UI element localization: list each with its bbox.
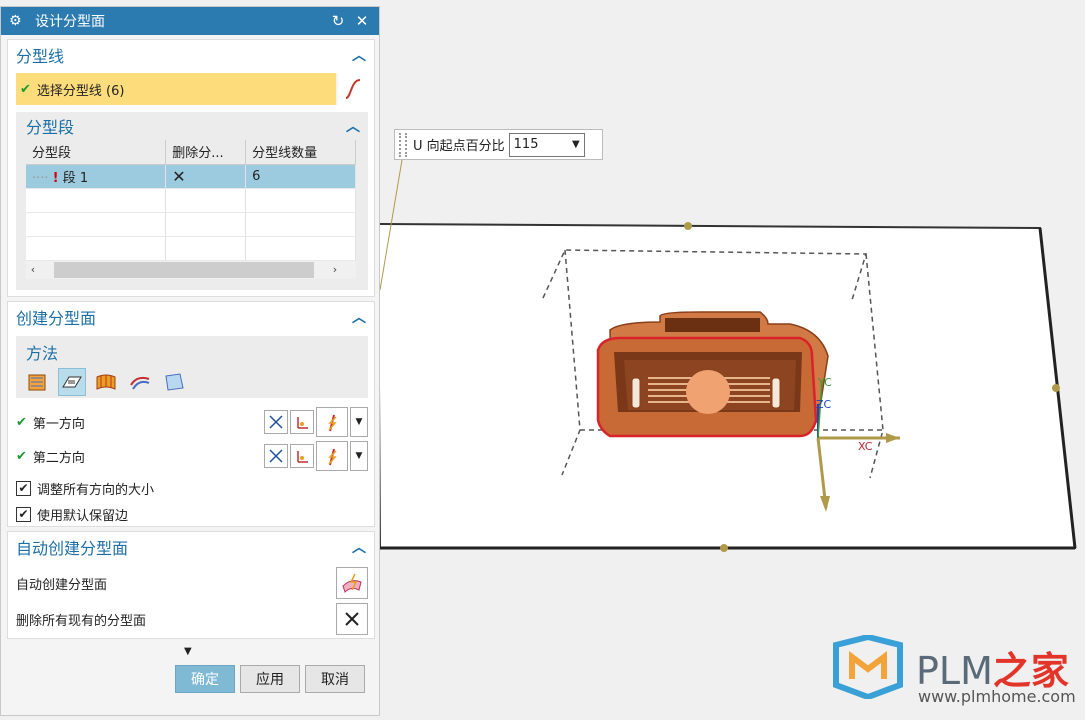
- create-parting-surface-section: 创建分型面 ︿ 方法 ✔ 第一方向 ▼ ✔ 第二方向 ▼ ✔ 调整所有方向的大小…: [7, 301, 375, 527]
- delete-all-row: 删除所有现有的分型面: [16, 602, 368, 636]
- first-direction-label: 第一方向: [32, 416, 85, 432]
- delete-all-label: 删除所有现有的分型面: [16, 613, 147, 629]
- plmhome-logo-icon: [833, 635, 903, 699]
- create-parting-surface-title: 创建分型面: [16, 309, 97, 328]
- gear-icon[interactable]: ⚙: [9, 13, 25, 29]
- u-start-percent-value: 115: [513, 137, 539, 152]
- inferred-vector-icon[interactable]: [316, 407, 348, 437]
- auto-create-label: 自动创建分型面: [16, 577, 108, 593]
- horizontal-scrollbar[interactable]: ‹ ›: [26, 260, 356, 279]
- column-header-delete[interactable]: 删除分...: [165, 140, 247, 165]
- design-parting-surface-dialog: ⚙ 设计分型面 ↻ ✕ 分型线 ︿ ✔ 选择分型线 (6) 分型段 ︿ 分型段 …: [0, 6, 380, 716]
- collapse-icon[interactable]: ︿: [352, 537, 366, 557]
- xc-axis-label: XC: [858, 440, 873, 453]
- auto-create-section: 自动创建分型面 ︿ 自动创建分型面 删除所有现有的分型面: [7, 531, 375, 639]
- table-row: [26, 212, 356, 237]
- dialog-title: 设计分型面: [35, 14, 105, 30]
- brand-cn: 之家: [992, 648, 1069, 693]
- create-parting-surface-header[interactable]: 创建分型面 ︿: [8, 302, 374, 332]
- segment-table: 分型段 删除分... 分型线数量 ···· ! 段 1 ✕ 6: [26, 140, 356, 261]
- select-parting-line-row[interactable]: ✔ 选择分型线 (6): [16, 73, 368, 105]
- delete-cell[interactable]: ✕: [165, 164, 247, 189]
- vector-dialog-icon[interactable]: [290, 410, 314, 434]
- delete-icon[interactable]: [336, 603, 368, 635]
- scroll-left-icon[interactable]: ‹: [26, 263, 40, 276]
- u-start-percent-label: U 向起点百分比: [413, 139, 505, 154]
- first-direction-row: ✔ 第一方向 ▼: [16, 406, 368, 438]
- parting-segment-title: 分型段: [26, 118, 75, 137]
- dialog-titlebar: ⚙ 设计分型面 ↻ ✕: [1, 7, 379, 35]
- auto-create-title: 自动创建分型面: [16, 539, 129, 558]
- u-start-percent-select[interactable]: 115 ▼: [508, 132, 585, 157]
- second-direction-label: 第二方向: [32, 450, 85, 466]
- parting-line-title: 分型线: [16, 47, 65, 66]
- segment-name: 段 1: [62, 170, 89, 186]
- curve-select-icon[interactable]: [336, 73, 368, 105]
- table-row: [26, 188, 356, 213]
- collapse-icon[interactable]: ︿: [352, 307, 366, 327]
- vector-dialog-icon[interactable]: [290, 444, 314, 468]
- check-icon: ✔: [16, 414, 27, 430]
- extrude-method-icon[interactable]: [24, 368, 52, 396]
- resize-all-checkbox[interactable]: ✔: [16, 480, 31, 496]
- resize-all-row[interactable]: ✔ 调整所有方向的大小: [16, 476, 154, 500]
- parting-segment-subsection: 分型段 ︿ 分型段 删除分... 分型线数量 ···· ! 段 1 ✕ 6 ‹ …: [16, 112, 368, 290]
- parting-line-header[interactable]: 分型线 ︿: [8, 40, 374, 70]
- default-margin-label: 使用默认保留边: [37, 508, 129, 524]
- column-header-segment[interactable]: 分型段: [26, 140, 167, 165]
- plane-handle-right: [1052, 384, 1060, 392]
- close-icon[interactable]: ✕: [353, 12, 371, 30]
- brand-latin: PLM: [916, 648, 993, 693]
- extend-surface-method-icon[interactable]: [92, 368, 120, 396]
- bounded-plane-method-icon[interactable]: [58, 368, 86, 396]
- watermark-url: www.plmhome.com: [918, 687, 1076, 706]
- reverse-direction-icon[interactable]: [264, 410, 288, 434]
- table-row[interactable]: ···· ! 段 1 ✕ 6: [26, 164, 356, 189]
- select-parting-line-label: 选择分型线 (6): [36, 83, 125, 99]
- ok-button[interactable]: 确定: [175, 665, 235, 693]
- reset-icon[interactable]: ↻: [329, 12, 347, 30]
- yc-axis-label: YC: [817, 376, 832, 389]
- parting-line-section: 分型线 ︿ ✔ 选择分型线 (6) 分型段 ︿ 分型段 删除分... 分型线数量: [7, 39, 375, 297]
- reverse-direction-icon[interactable]: [264, 444, 288, 468]
- parting-segment-header[interactable]: 分型段 ︿: [16, 112, 368, 140]
- method-group: 方法: [16, 336, 368, 398]
- column-header-count[interactable]: 分型线数量: [245, 140, 356, 165]
- check-icon: ✔: [16, 448, 27, 464]
- drag-grip-icon[interactable]: [399, 132, 407, 157]
- method-label: 方法: [26, 344, 59, 363]
- cancel-button[interactable]: 取消: [305, 665, 365, 693]
- table-row: [26, 236, 356, 261]
- segment-cell[interactable]: ···· ! 段 1: [26, 164, 167, 189]
- vector-dropdown-icon[interactable]: ▼: [350, 407, 368, 437]
- default-margin-checkbox[interactable]: ✔: [16, 506, 31, 522]
- u-start-percent-widget: U 向起点百分比 115 ▼: [394, 129, 603, 160]
- molded-part: [596, 311, 829, 438]
- second-direction-row: ✔ 第二方向 ▼: [16, 440, 368, 472]
- inferred-vector-icon[interactable]: [316, 441, 348, 471]
- resize-all-label: 调整所有方向的大小: [37, 482, 155, 498]
- vector-dropdown-icon[interactable]: ▼: [350, 441, 368, 471]
- warning-icon: !: [52, 170, 59, 186]
- plane-handle-bottom: [720, 544, 728, 552]
- check-icon: ✔: [20, 81, 31, 97]
- more-options-icon[interactable]: ▼: [184, 646, 192, 657]
- count-cell: 6: [245, 164, 356, 189]
- method-icons: [16, 368, 368, 396]
- sweep-method-icon[interactable]: [126, 368, 154, 396]
- scroll-thumb[interactable]: [54, 261, 314, 278]
- collapse-icon[interactable]: ︿: [346, 116, 360, 136]
- auto-create-header[interactable]: 自动创建分型面 ︿: [8, 532, 374, 562]
- dropdown-arrow-icon[interactable]: ▼: [572, 139, 580, 150]
- apply-button[interactable]: 应用: [240, 665, 300, 693]
- auto-create-row: 自动创建分型面: [16, 566, 368, 600]
- plane-handle-top: [684, 222, 692, 230]
- scroll-right-icon[interactable]: ›: [328, 263, 342, 276]
- default-margin-row[interactable]: ✔ 使用默认保留边: [16, 502, 128, 526]
- auto-create-surface-icon[interactable]: [336, 567, 368, 599]
- collapse-icon[interactable]: ︿: [352, 45, 366, 65]
- zc-axis-label: ZC: [816, 398, 832, 411]
- fill-surface-method-icon[interactable]: [160, 368, 188, 396]
